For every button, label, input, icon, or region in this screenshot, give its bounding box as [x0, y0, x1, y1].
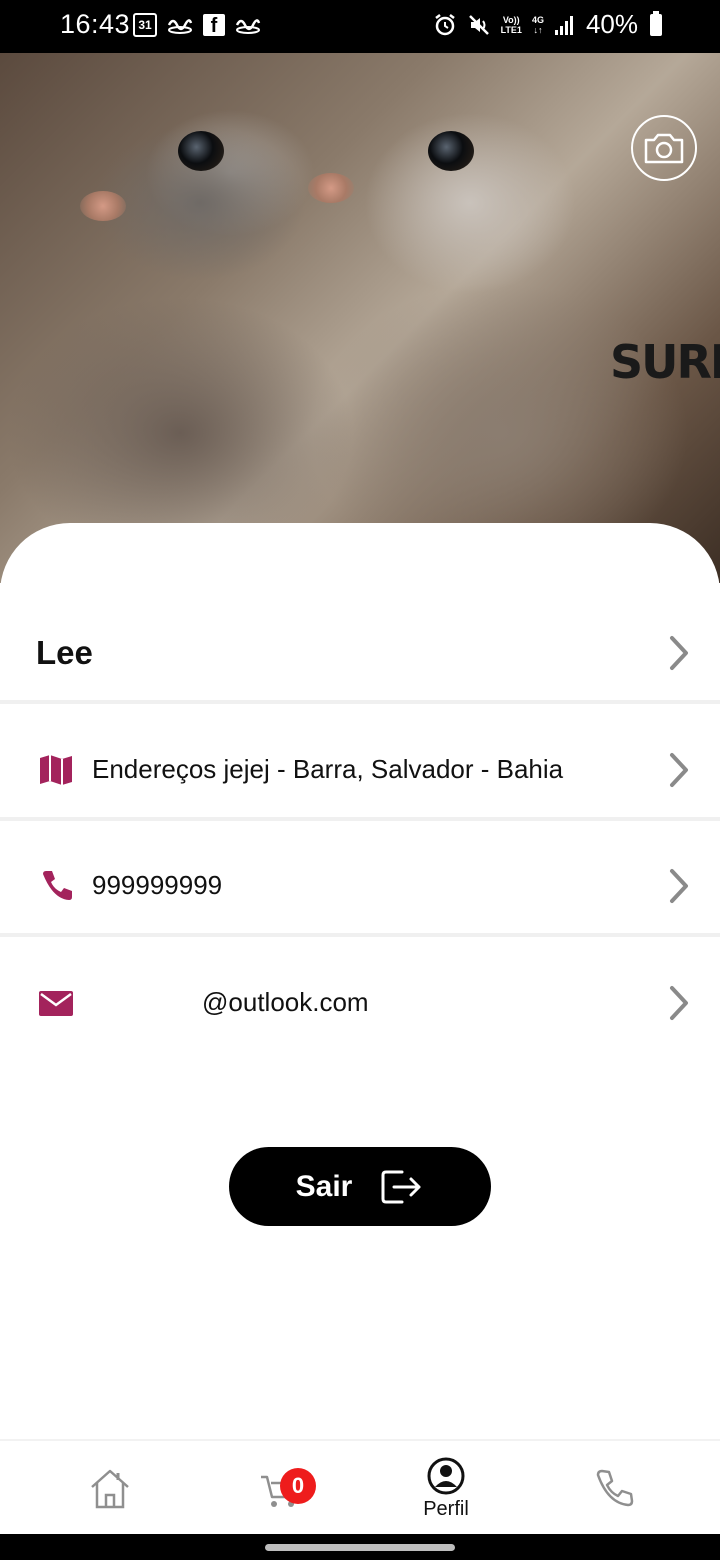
app-notification-icon	[167, 19, 193, 34]
alarm-icon	[434, 13, 455, 35]
status-time: 16:43	[60, 9, 131, 39]
change-photo-button[interactable]	[631, 115, 697, 181]
cart-count-badge: 0	[280, 1468, 316, 1504]
status-system-icons: Vo)) LTE1 4G ↓↑ 40%	[433, 9, 662, 40]
camera-icon	[644, 133, 684, 164]
address-text: Endereços jejej - Barra, Salvador - Bahi…	[92, 754, 564, 784]
nav-home[interactable]	[82, 1441, 138, 1536]
image-watermark: SURIC	[610, 335, 720, 389]
profile-name: Lee	[36, 633, 93, 671]
volte-indicator: Vo)) LTE1	[500, 14, 522, 35]
logout-icon	[381, 1170, 421, 1203]
eye-shape	[178, 131, 224, 171]
phone-row[interactable]: 999999999	[0, 828, 720, 943]
divider	[0, 933, 720, 937]
signal-icon	[554, 15, 573, 35]
user-circle-icon	[427, 1457, 465, 1495]
address-row[interactable]: Endereços jejej - Barra, Salvador - Bahi…	[0, 712, 720, 827]
nav-contact[interactable]	[588, 1441, 640, 1536]
nav-profile-label: Perfil	[423, 1498, 469, 1520]
nav-profile[interactable]: Perfil	[404, 1441, 488, 1536]
map-icon	[40, 754, 72, 785]
system-nav-bar	[0, 1534, 720, 1560]
logout-button[interactable]: Sair	[229, 1147, 491, 1226]
mute-icon	[468, 14, 489, 35]
chevron-right-icon	[670, 868, 688, 903]
chevron-right-icon	[670, 635, 688, 670]
email-row[interactable]: @outlook.com	[0, 945, 720, 1060]
profile-cover-image: SURIC	[0, 53, 720, 583]
email-text: @outlook.com	[202, 987, 369, 1017]
mail-icon	[39, 990, 73, 1016]
bottom-nav: Perfil	[0, 1439, 720, 1534]
status-bar: 16:43 31 f Vo)) LTE1 4G ↓↑ 40%	[0, 0, 720, 53]
divider	[0, 817, 720, 821]
home-gesture-handle[interactable]	[265, 1544, 455, 1551]
status-notification-icons: 31 f	[133, 13, 261, 37]
divider	[0, 700, 720, 704]
battery-icon	[650, 10, 662, 36]
eye-shape	[428, 131, 474, 171]
app-notification-icon	[235, 19, 261, 34]
nose-shape	[308, 173, 354, 203]
battery-percent: 40%	[585, 9, 638, 39]
chevron-right-icon	[670, 985, 688, 1020]
home-icon	[91, 1469, 129, 1508]
logout-label: Sair	[295, 1169, 353, 1203]
name-row[interactable]: Lee	[0, 595, 720, 710]
calendar-icon: 31	[133, 13, 157, 37]
phone-icon	[43, 870, 72, 900]
chevron-right-icon	[670, 752, 688, 787]
phone-text: 999999999	[92, 870, 223, 900]
call-icon	[596, 1469, 634, 1506]
facebook-icon: f	[203, 14, 225, 37]
network-type-indicator: 4G ↓↑	[531, 14, 544, 35]
nose-shape	[80, 191, 126, 221]
